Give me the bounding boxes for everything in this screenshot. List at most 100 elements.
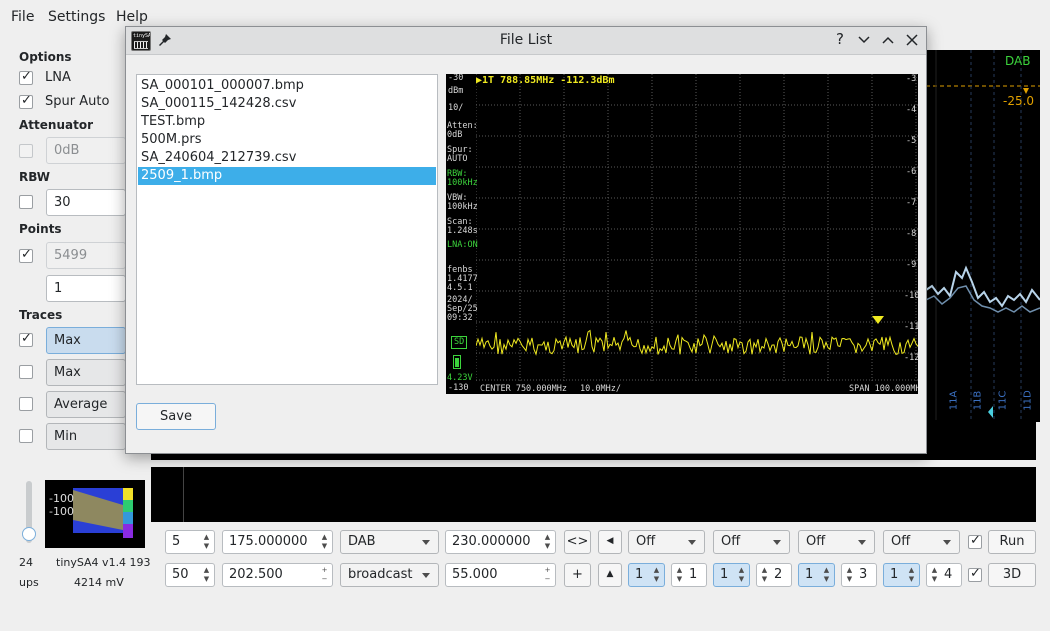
volume-slider[interactable] [22, 481, 36, 543]
attenuator-field[interactable]: 0dB [46, 137, 126, 164]
stop-freq-arrows[interactable]: ▲ ▼ [542, 533, 553, 551]
step-spin[interactable]: 5 ▲ ▼ [165, 530, 215, 554]
rbw-checkbox[interactable] [19, 195, 33, 209]
center-freq-arrows[interactable]: + − [319, 566, 330, 584]
marker1-spin[interactable]: 1 ▲ ▼ [628, 563, 665, 587]
trace4-combo[interactable]: Min [46, 423, 126, 450]
right-tick: -7 [906, 198, 917, 208]
maximize-icon[interactable] [878, 30, 898, 50]
band-preset-combo[interactable]: DAB [340, 530, 439, 554]
start-freq-spin[interactable]: 175.000000 ▲ ▼ [222, 530, 333, 554]
marker1-arrows[interactable]: ▲ ▼ [651, 566, 662, 584]
marker4-spin[interactable]: 1 ▲ ▼ [883, 563, 920, 587]
unit-label: dBm [448, 86, 464, 96]
view-3d-button[interactable]: 3D [988, 563, 1036, 587]
version-info: fenbs 1.4177 4.5.1 [447, 265, 478, 293]
waterfall-plot[interactable] [151, 467, 1036, 522]
run-checkbox[interactable] [968, 533, 982, 549]
trace2-combo[interactable]: Max [46, 359, 126, 386]
file-item-selected[interactable]: 2509_1.bmp [138, 167, 436, 185]
help-button[interactable]: ? [830, 30, 850, 50]
traces-title: Traces [19, 308, 63, 322]
spur-auto-checkbox[interactable] [19, 93, 33, 109]
waterfall-divider [183, 467, 184, 522]
save-button[interactable]: Save [136, 403, 216, 430]
preset-type-value: broadcast [348, 567, 413, 582]
dialog-titlebar[interactable]: tinySA File List ? [126, 27, 926, 55]
start-freq-arrows[interactable]: ▲ ▼ [319, 533, 330, 551]
center-freq-spin[interactable]: 202.500 + − [222, 563, 333, 587]
center-freq-label: CENTER 750.000MHz [480, 384, 567, 394]
span-spin[interactable]: 55.000 + − [445, 563, 556, 587]
marker2b-spin[interactable]: ▲ ▼ 2 [756, 563, 792, 587]
trace2-checkbox[interactable] [19, 365, 33, 379]
step-spin-value: 5 [172, 534, 181, 549]
left-arrow-button[interactable]: ◀ [598, 530, 622, 554]
screenshot-marker-tag: 1 [844, 315, 850, 325]
file-item[interactable]: SA_240604_212739.csv [138, 149, 436, 167]
file-list[interactable]: SA_000101_000007.bmp SA_000115_142428.cs… [136, 74, 438, 385]
marker2-spin[interactable]: 1 ▲ ▼ [713, 563, 750, 587]
trace4-checkbox[interactable] [19, 429, 33, 443]
close-icon[interactable] [902, 30, 922, 50]
marker4-mode-combo[interactable]: Off [883, 530, 960, 554]
span-arrows[interactable]: + − [542, 566, 553, 584]
points-field[interactable]: 5499 [46, 242, 126, 269]
preset-type-combo[interactable]: broadcast [340, 563, 439, 587]
scale-label: 10/ [448, 103, 464, 113]
marker4b-arrows[interactable]: ▲ ▼ [929, 566, 940, 584]
file-item[interactable]: SA_000115_142428.csv [138, 95, 436, 113]
marker4b-value: 4 [944, 567, 953, 582]
trace1-checkbox[interactable] [19, 331, 33, 347]
marker2-mode-combo[interactable]: Off [713, 530, 790, 554]
screenshot-trace [476, 329, 918, 356]
step-spin-arrows[interactable]: ▲ ▼ [201, 533, 212, 551]
marker1-mode-combo[interactable]: Off [628, 530, 705, 554]
marker4b-spin[interactable]: ▲ ▼ 4 [926, 563, 962, 587]
marker2-arrows[interactable]: ▲ ▼ [736, 566, 747, 584]
lna-checkbox[interactable] [19, 69, 33, 85]
right-tick: -9 [906, 260, 917, 270]
marker1b-spin[interactable]: ▲ ▼ 1 [671, 563, 707, 587]
center-freq-value: 202.500 [229, 567, 283, 582]
up-arrow-button[interactable]: ▲ [598, 563, 622, 587]
marker1-value: 1 [635, 567, 644, 582]
right-tick: -11 [904, 322, 918, 332]
trace3-combo[interactable]: Average [46, 391, 126, 418]
marker2-value: 1 [720, 567, 729, 582]
marker3-value: 1 [805, 567, 814, 582]
swap-button[interactable]: <> [564, 530, 591, 554]
rbw-field[interactable]: 30 [46, 189, 126, 216]
marker3-spin[interactable]: 1 ▲ ▼ [798, 563, 835, 587]
menu-help[interactable]: Help [116, 9, 148, 25]
marker1b-arrows[interactable]: ▲ ▼ [674, 566, 685, 584]
menu-settings[interactable]: Settings [48, 9, 105, 25]
up-arrow-icon: ▲ [606, 569, 614, 579]
channel-11d: 11D [1022, 390, 1034, 411]
points-spin-arrows[interactable]: ▲ ▼ [201, 566, 212, 584]
file-item[interactable]: SA_000101_000007.bmp [138, 77, 436, 95]
marker3b-arrows[interactable]: ▲ ▼ [844, 566, 855, 584]
stop-freq-spin[interactable]: 230.000000 ▲ ▼ [445, 530, 556, 554]
marker4-arrows[interactable]: ▲ ▼ [906, 566, 917, 584]
points-checkbox[interactable] [19, 247, 33, 263]
marker3-arrows[interactable]: ▲ ▼ [821, 566, 832, 584]
file-item[interactable]: 500M.prs [138, 131, 436, 149]
trace3-checkbox[interactable] [19, 397, 33, 411]
marker3b-spin[interactable]: ▲ ▼ 3 [841, 563, 877, 587]
menu-file[interactable]: File [11, 9, 34, 25]
trace1-combo[interactable]: Max [46, 327, 126, 354]
points-spin[interactable]: 50 ▲ ▼ [165, 563, 215, 587]
marker2b-arrows[interactable]: ▲ ▼ [759, 566, 770, 584]
attenuator-checkbox[interactable] [19, 144, 33, 158]
file-item[interactable]: TEST.bmp [138, 113, 436, 131]
minimize-icon[interactable] [854, 30, 874, 50]
points-field-2[interactable]: 1 [46, 275, 126, 302]
spur-auto-label: Spur Auto [45, 94, 110, 109]
add-button[interactable]: + [564, 563, 591, 587]
volume-slider-handle[interactable] [22, 527, 36, 541]
view-3d-checkbox[interactable] [968, 566, 982, 582]
run-button[interactable]: Run [988, 530, 1036, 554]
marker3-mode-combo[interactable]: Off [798, 530, 875, 554]
options-title: Options [19, 50, 72, 64]
